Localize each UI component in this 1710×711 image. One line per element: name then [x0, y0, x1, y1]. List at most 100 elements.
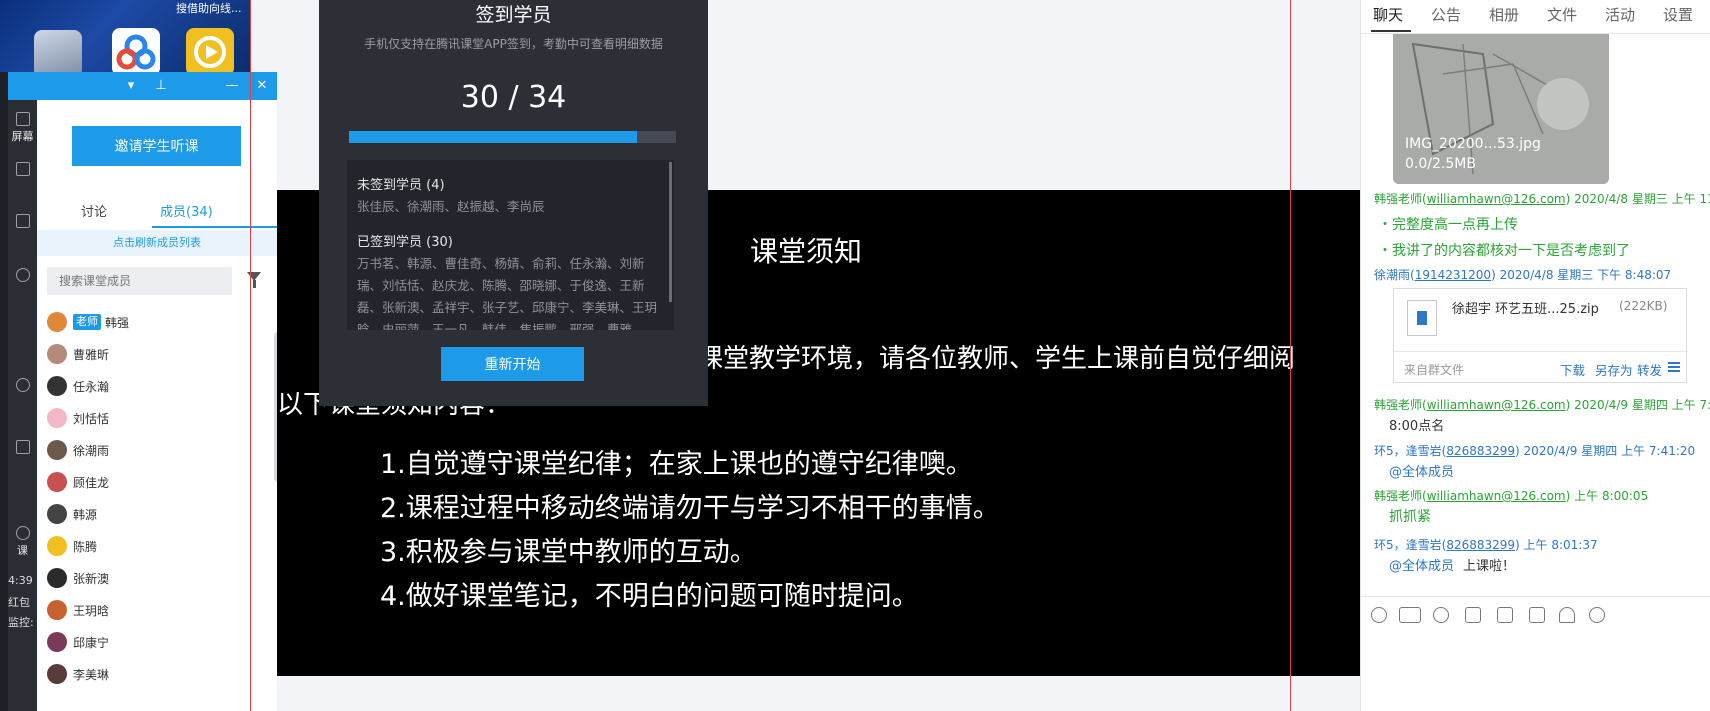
message-sender[interactable]: 环5，逢雪岩 — [1374, 538, 1442, 552]
image-icon[interactable] — [1529, 607, 1545, 623]
member-name: 韩源 — [73, 507, 98, 522]
class-tool[interactable]: 课 — [8, 526, 37, 558]
gif-icon[interactable] — [1399, 607, 1421, 623]
message-time: 2020/4/8 星期三 上午 11:3 — [1574, 192, 1710, 206]
save-as-link[interactable]: 另存为 — [1595, 360, 1633, 379]
signin-dialog: 签到学员 手机仅支持在腾讯课堂APP签到，考勤中可查看明细数据 30 / 34 … — [319, 0, 708, 406]
image-file-size: 0.0/2.5MB — [1405, 156, 1476, 172]
message-sender-account[interactable]: williamhawn@126.com — [1427, 489, 1566, 503]
tab-chat[interactable]: 聊天 — [1373, 4, 1403, 25]
message-sender[interactable]: 环5，逢雪岩 — [1374, 444, 1442, 458]
member-list: 老师 韩强 曹雅昕任永瀚刘恬恬徐潮雨顾佳龙韩源陈腾 张新澳 王玥晗 邱康宁 李美琳 — [47, 306, 262, 690]
member-row[interactable]: 王玥晗 — [47, 594, 262, 626]
avatar — [47, 376, 67, 396]
avatar — [47, 504, 67, 524]
invite-students-button[interactable]: 邀请学生听课 — [72, 126, 241, 166]
tab-album[interactable]: 相册 — [1489, 4, 1519, 25]
screen-label: 屏幕 — [11, 130, 34, 143]
member-row[interactable]: 邱康宁 — [47, 626, 262, 658]
ppt-tool[interactable] — [8, 162, 37, 178]
member-row[interactable]: 任永瀚 — [47, 370, 262, 402]
tab-activities[interactable]: 活动 — [1605, 4, 1635, 25]
rail-red-packet[interactable]: 红包 — [8, 594, 30, 610]
minimize-icon[interactable]: — — [223, 76, 241, 96]
desktop-app-icon-2[interactable] — [112, 28, 160, 72]
member-row[interactable]: 顾佳龙 — [47, 466, 262, 498]
paren-close: ) — [1565, 489, 1575, 503]
message-sender[interactable]: 韩强老师 — [1374, 489, 1422, 503]
member-row[interactable]: 老师 韩强 — [47, 306, 262, 338]
bell-icon[interactable] — [1559, 607, 1575, 623]
member-name: 任永瀚 — [73, 379, 110, 394]
message-mention[interactable]: @全体成员 — [1389, 461, 1454, 480]
folder-icon[interactable] — [1465, 607, 1481, 623]
message-time: 2020/4/9 星期四 上午 7:39 — [1574, 398, 1710, 412]
forward-link[interactable]: 转发 — [1637, 360, 1662, 379]
audio-tool[interactable] — [8, 378, 37, 394]
member-row[interactable]: 陈腾 — [47, 530, 262, 562]
signin-progress-fill — [349, 131, 638, 143]
slide-rule: 4.做好课堂笔记，不明白的问题可随时提问。 — [380, 581, 919, 612]
member-row[interactable]: 刘恬恬 — [47, 402, 262, 434]
scissors-icon[interactable] — [1433, 607, 1449, 623]
signin-progress-bar — [349, 131, 676, 143]
speaker-tool[interactable] — [8, 440, 37, 456]
member-row[interactable]: 徐潮雨 — [47, 434, 262, 466]
class-label: 课 — [17, 544, 28, 557]
slides-app-icon — [194, 36, 226, 68]
desktop-app-icon-1[interactable] — [34, 30, 82, 72]
screen-share-tool[interactable]: 屏幕 — [8, 112, 37, 144]
member-panel-body: 邀请学生听课 讨论 成员(34) 点击刷新成员列表 老师韩强曹雅昕任永瀚刘恬恬徐… — [37, 100, 282, 711]
chevron-down-icon[interactable]: ▾ — [122, 76, 140, 96]
slide-rule: 2.课程过程中移动终端请勿干与学习不相干的事情。 — [380, 493, 1000, 524]
paren-close: ) — [1491, 268, 1500, 282]
message-sender-account[interactable]: 826883299 — [1446, 538, 1515, 552]
tab-files[interactable]: 文件 — [1547, 4, 1577, 25]
message-header: 徐潮雨(1914231200) 2020/4/8 星期三 下午 8:48:07 — [1374, 266, 1671, 283]
zip-file-icon — [1407, 300, 1437, 336]
restart-signin-button[interactable]: 重新开始 — [441, 347, 584, 381]
tab-announcements[interactable]: 公告 — [1431, 4, 1461, 25]
video-icon — [15, 214, 30, 228]
download-link[interactable]: 下载 — [1560, 360, 1585, 379]
emoji-icon[interactable] — [1371, 607, 1387, 623]
file-attachment-card[interactable]: 徐超宇 环艺五班...25.zip (222KB) 来自群文件 下载 另存为 转… — [1393, 288, 1688, 383]
chat-input-toolbar — [1361, 596, 1710, 630]
document-icon[interactable] — [1497, 607, 1513, 623]
member-row[interactable]: 李美琳 — [47, 658, 262, 690]
message-sender-account[interactable]: 1914231200 — [1415, 268, 1491, 282]
member-row[interactable]: 曹雅昕 — [47, 338, 262, 370]
menu-icon[interactable] — [1668, 362, 1680, 372]
video-tool[interactable] — [8, 214, 37, 230]
message-sender-account[interactable]: 826883299 — [1446, 444, 1515, 458]
group-chat-panel: 聊天 公告 相册 文件 活动 设置 IMG_20200...53.jpg 0.0… — [1360, 0, 1710, 711]
file-size: (222KB) — [1619, 299, 1668, 313]
more-icon[interactable] — [1589, 607, 1605, 623]
message-sender[interactable]: 韩强老师 — [1374, 398, 1422, 412]
message-sender-account[interactable]: williamhawn@126.com — [1427, 192, 1566, 206]
camera-tool[interactable] — [8, 268, 37, 284]
message-sender[interactable]: 韩强老师 — [1374, 192, 1422, 206]
refresh-member-list[interactable]: 点击刷新成员列表 — [37, 230, 277, 256]
member-name: 徐潮雨 — [73, 443, 110, 458]
tab-members[interactable]: 成员(34) — [160, 201, 213, 220]
signin-list-scrollbar[interactable] — [669, 162, 672, 302]
tab-discussion[interactable]: 讨论 — [81, 201, 107, 220]
slide-title: 课堂须知 — [750, 235, 863, 268]
avatar — [47, 440, 67, 460]
pin-icon[interactable]: ⊥ — [152, 76, 170, 96]
message-sender[interactable]: 徐潮雨 — [1374, 268, 1410, 282]
desktop-app-icon-3[interactable] — [186, 28, 234, 72]
message-sender-account[interactable]: williamhawn@126.com — [1427, 398, 1566, 412]
member-row[interactable]: 张新澳 — [47, 562, 262, 594]
class-tools-rail: 屏幕 课 4:39 红包 监控: — [8, 100, 37, 711]
message-mention[interactable]: @全体成员 — [1389, 555, 1454, 574]
member-search-input[interactable] — [47, 267, 232, 295]
chat-image-attachment[interactable]: IMG_20200...53.jpg 0.0/2.5MB — [1393, 34, 1609, 184]
file-name: 徐超宇 环艺五班...25.zip — [1452, 302, 1599, 317]
file-source: 来自群文件 — [1404, 363, 1465, 377]
member-row[interactable]: 韩源 — [47, 498, 262, 530]
tab-settings[interactable]: 设置 — [1663, 4, 1693, 25]
close-icon[interactable]: ✕ — [253, 76, 271, 96]
paren-close: ) — [1515, 444, 1524, 458]
